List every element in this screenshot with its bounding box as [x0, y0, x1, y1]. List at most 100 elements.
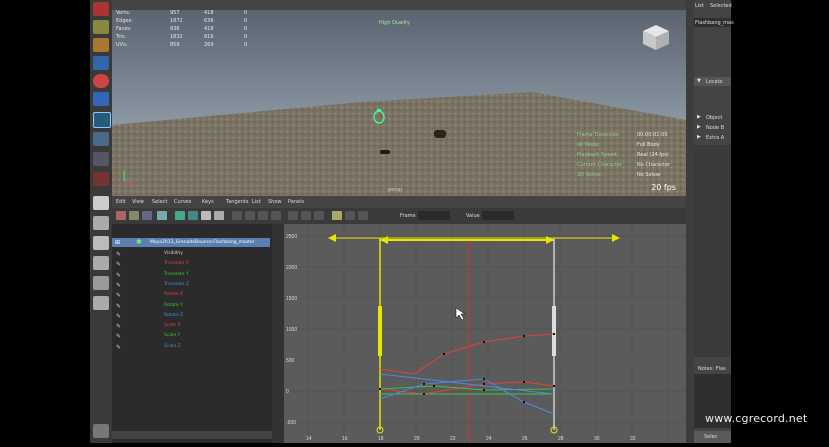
lattice-key-icon[interactable] — [142, 211, 152, 220]
frame-selection-icon[interactable] — [188, 211, 198, 220]
channel-row[interactable]: ✎ Translate Z — [112, 280, 272, 290]
last-tool-icon[interactable] — [93, 172, 109, 186]
free-weight-icon[interactable] — [345, 211, 355, 220]
layout-persp-graph-icon[interactable] — [93, 256, 109, 270]
tab-selected[interactable]: Selected — [710, 3, 732, 9]
channel-row[interactable]: ✎ Visibility — [112, 249, 272, 259]
expand-icon: ▶ — [697, 114, 701, 120]
frame-playback-icon[interactable] — [201, 211, 211, 220]
menu-view[interactable]: View — [132, 199, 144, 205]
x-tick-label: 24 — [486, 436, 492, 442]
pin-icon[interactable]: ✎ — [116, 313, 121, 320]
section-locator[interactable]: ▼ Locato — [694, 77, 731, 86]
clamped-tangent-icon[interactable] — [245, 211, 255, 220]
show-manip-icon[interactable] — [93, 152, 109, 166]
hud-info-label: 3D Solver: — [577, 172, 603, 178]
layout-outliner-icon[interactable] — [93, 276, 109, 290]
frame-all-icon[interactable] — [175, 211, 185, 220]
scale-tool-icon[interactable] — [93, 92, 109, 106]
pin-icon[interactable]: ✎ — [116, 303, 121, 310]
pin-icon[interactable]: ✎ — [116, 272, 121, 279]
attribute-scroll-area[interactable] — [694, 145, 731, 357]
frame-field[interactable] — [418, 211, 450, 220]
pin-icon[interactable]: ✎ — [116, 261, 121, 268]
menu-show[interactable]: Show — [268, 199, 282, 205]
x-tick-label: 14 — [306, 436, 312, 442]
linear-tangent-icon[interactable] — [258, 211, 268, 220]
attribute-editor-panel: List Selected Flashbang_mas ▼ Locato ▶ O… — [686, 0, 734, 443]
layout-four-icon[interactable] — [93, 216, 109, 230]
insert-key-icon[interactable] — [129, 211, 139, 220]
perspective-viewport[interactable]: Verts: 957 418 0 Edges: 1872 636 0 Faces: 936 418 0… — [112, 10, 686, 196]
select-tool-icon[interactable] — [93, 2, 109, 16]
region-key-icon[interactable] — [157, 211, 167, 220]
move-key-icon[interactable] — [116, 211, 126, 220]
menu-panels[interactable]: Panels — [288, 199, 304, 205]
channel-row[interactable]: ✎ Rotate Z — [112, 311, 272, 321]
menu-list[interactable]: List — [252, 199, 261, 205]
graph-editor-menubar: Edit View Select Curves Keys Tangents List Show… — [112, 196, 686, 208]
pin-icon[interactable]: ✎ — [116, 344, 121, 351]
channel-row[interactable]: ✎ Scale Y — [112, 331, 272, 341]
hud-stat-value: 859 — [170, 42, 180, 48]
y-tick-label: 2500 — [286, 234, 297, 240]
hud-info-label: Playback Speed: — [577, 152, 619, 158]
channel-row[interactable]: ✎ Translate X — [112, 259, 272, 269]
soft-select-icon[interactable] — [93, 132, 109, 146]
layout-hypershade-icon[interactable] — [93, 296, 109, 310]
channel-row[interactable]: ✎ Translate Y — [112, 270, 272, 280]
menu-select[interactable]: Select — [152, 199, 167, 205]
outliner-vscroll[interactable] — [272, 224, 284, 443]
lasso-tool-icon[interactable] — [93, 20, 109, 34]
pin-icon[interactable]: ✎ — [116, 282, 121, 289]
channel-row[interactable]: ✎ Rotate Y — [112, 301, 272, 311]
graph-area[interactable]: 2500 2000 1500 1000 500 0 -500 14 16 18 20 22 24 26 28… — [284, 224, 705, 443]
select-button[interactable]: Selec — [694, 431, 731, 443]
section-node[interactable]: ▶ Node B — [694, 123, 731, 132]
expand-icon: ▶ — [697, 134, 701, 140]
section-object[interactable]: ▶ Object — [694, 113, 731, 122]
layout-two-icon[interactable] — [93, 236, 109, 250]
menu-edit[interactable]: Edit — [116, 199, 126, 205]
layout-bottom-icon[interactable] — [93, 424, 109, 438]
step-tangent-icon[interactable] — [288, 211, 298, 220]
curve-graph: 2500 2000 1500 1000 500 0 -500 14 16 18 20 22 24 26 28… — [284, 224, 705, 443]
tab-list[interactable]: List — [695, 3, 704, 9]
value-field[interactable] — [482, 211, 514, 220]
channel-label: Translate X — [164, 261, 189, 267]
frame-label: Frame — [400, 213, 416, 219]
hud-stat-value: 957 — [170, 10, 180, 16]
layout-single-icon[interactable] — [93, 196, 109, 210]
pin-icon[interactable]: ✎ — [116, 323, 121, 330]
pin-icon[interactable]: ✎ — [116, 333, 121, 340]
node-name-field[interactable]: Flashbang_mas — [694, 18, 734, 27]
x-tick-label: 32 — [630, 436, 636, 442]
unify-tangent-icon[interactable] — [332, 211, 342, 220]
channel-row[interactable]: ✎ Rotate X — [112, 290, 272, 300]
paint-tool-icon[interactable] — [93, 38, 109, 52]
lock-weight-icon[interactable] — [358, 211, 368, 220]
view-cube-icon[interactable] — [640, 22, 672, 52]
plateau-tangent-icon[interactable] — [301, 211, 311, 220]
pin-icon[interactable]: ✎ — [116, 251, 121, 258]
expand-icon[interactable]: ⊞ — [115, 239, 120, 246]
rotate-tool-icon[interactable] — [93, 74, 109, 88]
flat-tangent-icon[interactable] — [271, 211, 281, 220]
grenade-object[interactable] — [373, 108, 385, 124]
section-extra[interactable]: ▶ Extra A — [694, 133, 731, 142]
move-tool-icon[interactable] — [93, 56, 109, 70]
pin-icon[interactable]: ✎ — [116, 292, 121, 299]
manipulator-icon[interactable] — [93, 112, 111, 128]
menu-curves[interactable]: Curves — [174, 199, 191, 205]
outliner-root-row[interactable]: ⊞ ✱ Maya2013_GrenadeBounce:Flashbang_mas… — [112, 238, 270, 247]
channel-label: Scale X — [164, 323, 181, 329]
spline-tangent-icon[interactable] — [232, 211, 242, 220]
channel-row[interactable]: ✎ Scale Z — [112, 342, 272, 352]
center-view-icon[interactable] — [214, 211, 224, 220]
break-tangent-icon[interactable] — [314, 211, 324, 220]
channel-row[interactable]: ✎ Scale X — [112, 321, 272, 331]
hud-stat-value: 0 — [244, 26, 248, 32]
menu-keys[interactable]: Keys — [202, 199, 214, 205]
outliner-hscroll[interactable] — [112, 431, 272, 439]
menu-tangents[interactable]: Tangents — [226, 199, 248, 205]
